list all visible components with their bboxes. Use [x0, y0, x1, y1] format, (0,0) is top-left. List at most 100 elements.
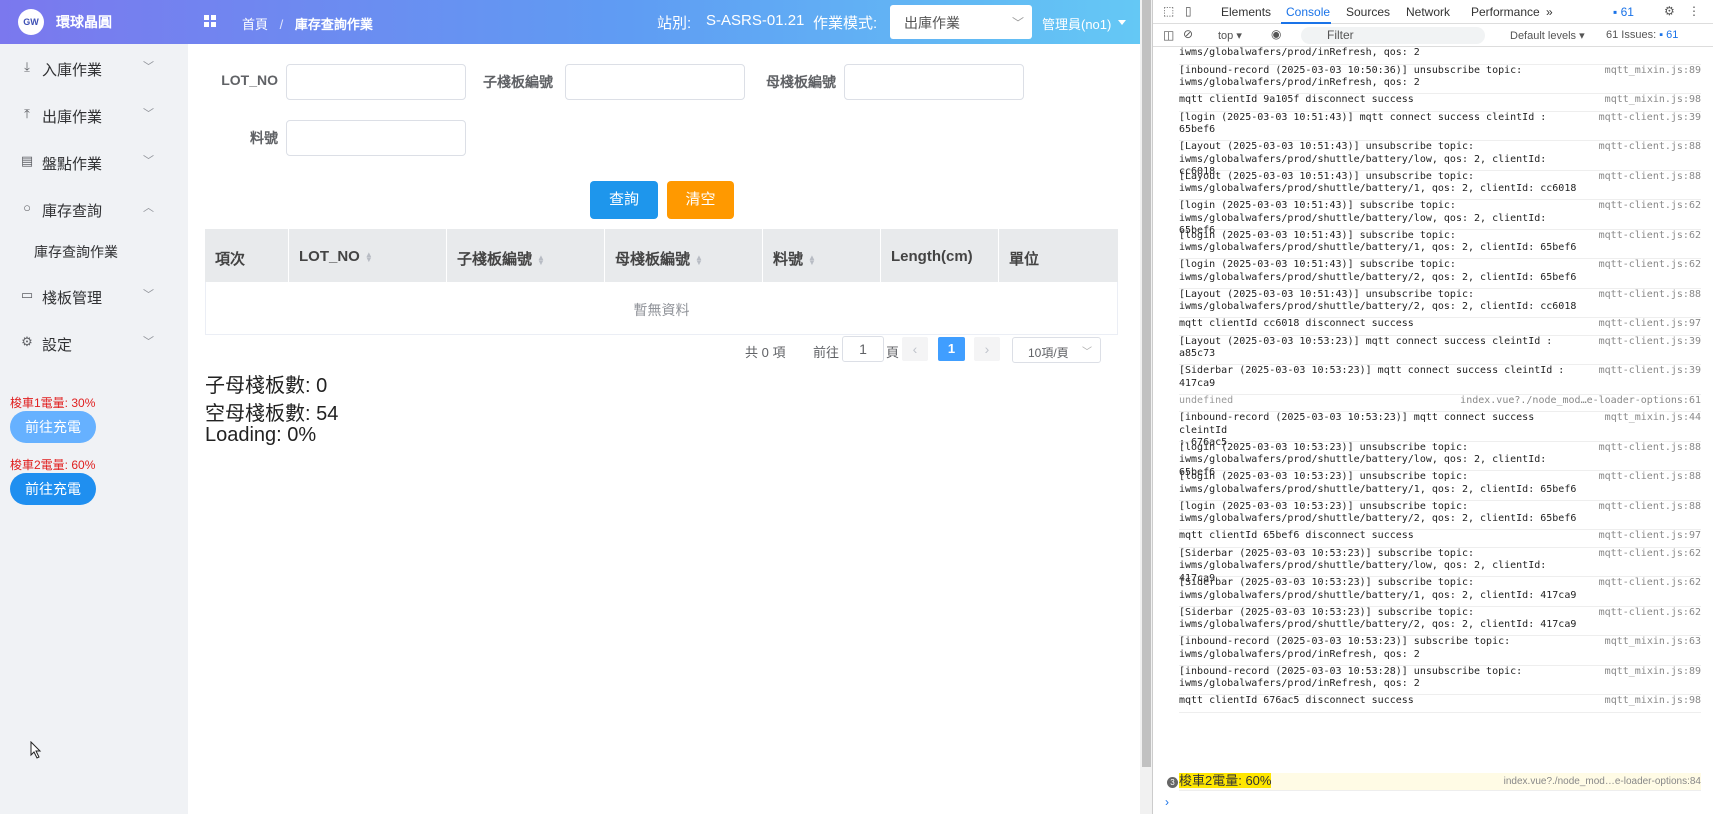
more-tabs-icon[interactable]: »	[1546, 5, 1553, 19]
part-no-input[interactable]	[286, 120, 466, 156]
tab-elements[interactable]: Elements	[1221, 5, 1271, 19]
column-header-parent-pallet[interactable]: 母棧板編號 ▲ ▼	[605, 229, 763, 282]
console-log-entry: mqtt clientId cc6018 disconnect success m…	[1179, 318, 1701, 336]
log-source-link[interactable]: index.vue?./node_mod…e-loader-options:84	[1504, 776, 1701, 787]
context-select[interactable]: top ▾	[1218, 29, 1242, 42]
log-source-link[interactable]: mqtt-client.js:88	[1599, 289, 1701, 300]
sort-icon[interactable]: ▲ ▼	[537, 254, 545, 267]
log-source-link[interactable]: mqtt_mixin.js:89	[1605, 65, 1701, 76]
console-prompt[interactable]: ›	[1165, 795, 1169, 809]
log-source-link[interactable]: mqtt-client.js:97	[1599, 318, 1701, 329]
sidebar-item-inbound[interactable]: ⤓ 入庫作業 ﹀	[0, 44, 188, 94]
column-header-unit: 單位	[1009, 251, 1040, 268]
sidebar-item-inventory-count[interactable]: ▤ 盤點作業 ﹀	[0, 138, 188, 188]
brand-name: 環球晶圓	[56, 14, 112, 30]
pagination-goto-input[interactable]: 1	[842, 336, 884, 362]
log-message: 梭車2電量: 60%	[1179, 773, 1272, 788]
sidebar-item-stock-query[interactable]: ○ 庫存查詢 ︿	[0, 185, 188, 235]
tab-console[interactable]: Console	[1286, 5, 1330, 19]
chevron-down-icon: ﹀	[1082, 347, 1092, 358]
tab-sources[interactable]: Sources	[1346, 5, 1390, 19]
inspect-icon[interactable]: ⬚	[1163, 4, 1174, 18]
eye-icon[interactable]: ◉	[1271, 27, 1281, 41]
charge-button-shuttle1[interactable]: 前往充電	[10, 411, 96, 443]
log-levels-select[interactable]: Default levels ▾	[1510, 29, 1585, 42]
log-source-link[interactable]: mqtt_mixin.js:89	[1605, 666, 1701, 677]
charge-button-shuttle2[interactable]: 前往充電	[10, 473, 96, 505]
sort-icon[interactable]: ▲ ▼	[695, 254, 703, 267]
page-scrollbar[interactable]	[1140, 0, 1152, 814]
log-source-link[interactable]: mqtt-client.js:62	[1599, 230, 1701, 241]
prev-page-button[interactable]: ‹	[902, 337, 928, 361]
user-menu[interactable]: 管理員(no1)	[1042, 14, 1111, 33]
console-log-entry: [login (2025-03-03 10:51:43)] subscribe …	[1179, 259, 1701, 289]
devtools-panel: ⬚ ▯ Elements Console Sources Network Per…	[1152, 0, 1713, 814]
log-source-link[interactable]: mqtt-client.js:88	[1599, 141, 1701, 152]
sidebar-subitem-stock-query-job[interactable]: 庫存查詢作業	[0, 232, 188, 272]
log-source-link[interactable]: mqtt-client.js:88	[1599, 171, 1701, 182]
log-source-link[interactable]: mqtt-client.js:88	[1599, 471, 1701, 482]
log-source-link[interactable]: mqtt_mixin.js:98	[1605, 94, 1701, 105]
next-page-button[interactable]: ›	[974, 337, 1000, 361]
sidebar-item-label: 棧板管理	[42, 290, 103, 307]
clear-console-icon[interactable]: ⊘	[1183, 27, 1193, 41]
sidebar-item-label: 庫存查詢	[42, 203, 103, 220]
caret-down-icon[interactable]	[1118, 20, 1126, 25]
issues-link[interactable]: 61 Issues: ▪ 61	[1606, 29, 1678, 41]
page-number-1[interactable]: 1	[938, 337, 965, 361]
column-header-part-no[interactable]: 料號 ▲ ▼	[763, 229, 881, 282]
more-options-icon[interactable]: ⋮	[1688, 4, 1700, 18]
device-toolbar-icon[interactable]: ▯	[1185, 4, 1192, 18]
log-source-link[interactable]: mqtt-client.js:88	[1599, 442, 1701, 453]
sort-icon[interactable]: ▲ ▼	[365, 251, 373, 264]
sidebar-toggle-icon[interactable]: ◫	[1163, 28, 1174, 42]
page-size-select[interactable]: 10項/頁 ﹀	[1012, 337, 1101, 363]
column-header-lot-no[interactable]: LOT_NO ▲ ▼	[289, 229, 447, 282]
sidebar-item-settings[interactable]: ⚙ 設定 ﹀	[0, 319, 188, 369]
column-header-child-pallet[interactable]: 子棧板編號 ▲ ▼	[447, 229, 605, 282]
pagination-total: 共 0 項	[745, 345, 786, 360]
log-source-link[interactable]: mqtt_mixin.js:98	[1605, 695, 1701, 706]
log-source-link[interactable]: mqtt-client.js:62	[1599, 548, 1701, 559]
log-source-link[interactable]: mqtt-client.js:88	[1599, 501, 1701, 512]
log-source-link[interactable]: mqtt-client.js:62	[1599, 577, 1701, 588]
log-source-link[interactable]: mqtt-client.js:97	[1599, 530, 1701, 541]
sidebar-item-outbound[interactable]: ⤒ 出庫作業 ﹀	[0, 91, 188, 141]
pagination-page-unit: 頁	[886, 345, 900, 360]
lot-no-input[interactable]	[286, 64, 466, 100]
part-no-label: 料號	[250, 130, 278, 146]
log-source-link[interactable]: index.vue?./node_mod…e-loader-options:61	[1460, 395, 1701, 406]
mode-select[interactable]: 出庫作業 ﹀	[890, 5, 1032, 39]
grid-icon[interactable]	[204, 15, 217, 28]
clear-button[interactable]: 清空	[667, 181, 734, 219]
tab-network[interactable]: Network	[1406, 5, 1450, 19]
station-label: 站別:	[657, 15, 692, 32]
sort-icon[interactable]: ▲ ▼	[808, 254, 816, 267]
log-message: mqtt clientId 676ac5 disconnect success	[1179, 695, 1414, 706]
log-source-link[interactable]: mqtt-client.js:62	[1599, 200, 1701, 211]
log-source-link[interactable]: mqtt-client.js:62	[1599, 607, 1701, 618]
scrollbar-thumb[interactable]	[1142, 0, 1151, 767]
log-source-link[interactable]: mqtt-client.js:39	[1599, 336, 1701, 347]
sidebar-item-pallet-management[interactable]: ▭ 棧板管理 ﹀	[0, 272, 188, 322]
issues-badge[interactable]: ▪ 61	[1613, 5, 1634, 19]
parent-pallet-input[interactable]	[844, 64, 1024, 100]
console-filter-input[interactable]: Filter	[1301, 27, 1485, 44]
tab-performance[interactable]: Performance	[1471, 5, 1540, 19]
filter-placeholder: Filter	[1327, 28, 1354, 42]
log-source-link[interactable]: mqtt-client.js:39	[1599, 112, 1701, 123]
console-log-entry: [login (2025-03-03 10:51:43)] subscribe …	[1179, 200, 1701, 236]
child-pallet-input[interactable]	[565, 64, 745, 100]
breadcrumb-home[interactable]: 首頁	[242, 17, 268, 32]
station-value: S-ASRS-01.21	[706, 12, 805, 29]
query-button[interactable]: 查詢	[590, 181, 658, 219]
log-source-link[interactable]: mqtt-client.js:62	[1599, 259, 1701, 270]
log-message: [Siderbar (2025-03-03 10:53:23)] subscri…	[1179, 577, 1577, 601]
logo-icon: GW	[18, 9, 44, 35]
settings-gear-icon[interactable]: ⚙	[1664, 4, 1675, 18]
console-log-entry: undefined index.vue?./node_mod…e-loader-o…	[1179, 395, 1701, 412]
log-source-link[interactable]: mqtt-client.js:39	[1599, 365, 1701, 376]
console-log-entry: [inbound-record (2025-03-03 10:50:36)] u…	[1179, 65, 1701, 94]
log-source-link[interactable]: mqtt_mixin.js:44	[1605, 412, 1701, 423]
log-source-link[interactable]: mqtt_mixin.js:63	[1605, 636, 1701, 647]
